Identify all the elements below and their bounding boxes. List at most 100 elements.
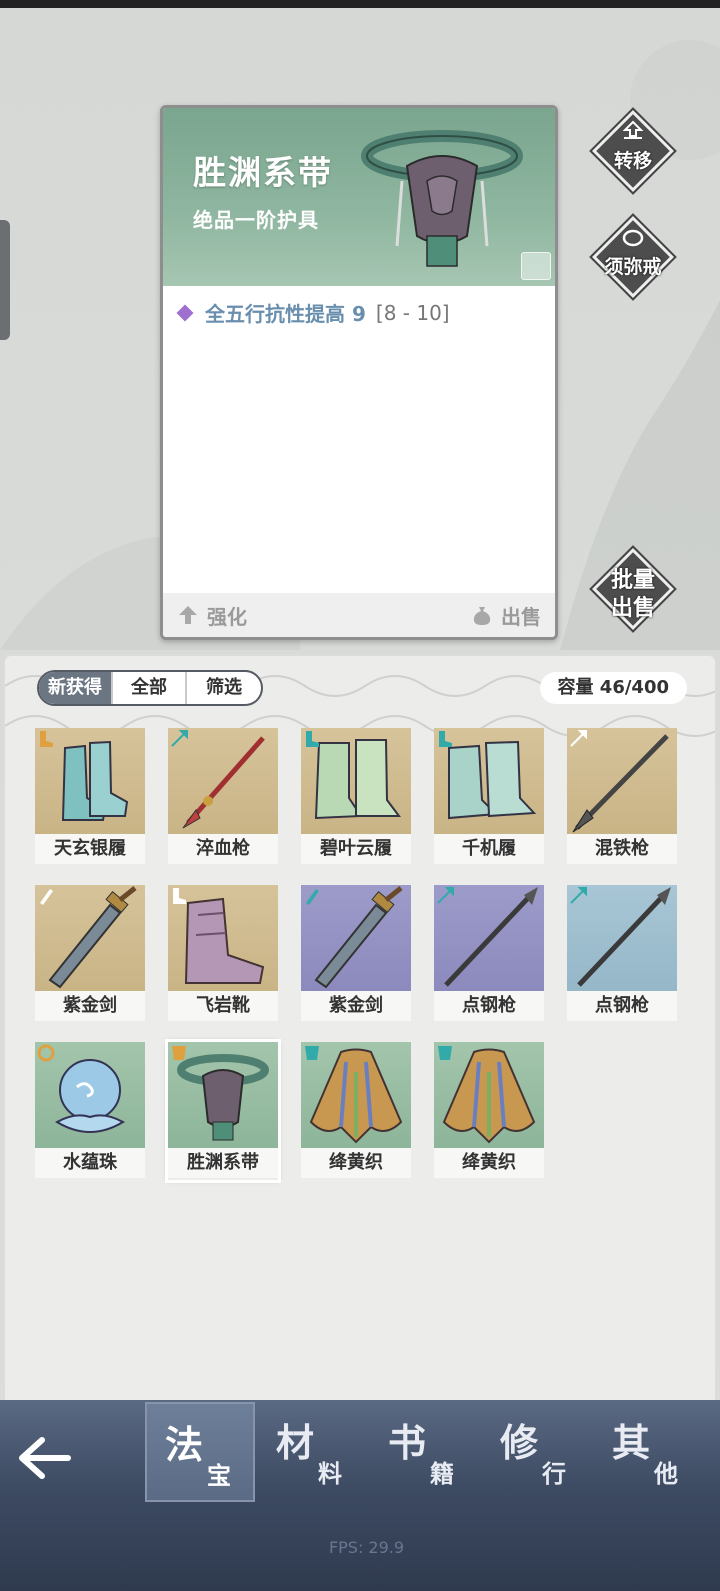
tab-materials[interactable]: 材 料 [258, 1402, 368, 1502]
item-name: 混铁枪 [567, 834, 677, 864]
sword-slot-icon [40, 889, 53, 905]
capacity-badge: 容量 46/400 [539, 672, 687, 704]
inventory-panel: 新获得 全部 筛选 容量 46/400 天玄银履 淬血枪 碧叶云履 千机履 混铁… [3, 654, 717, 1414]
item-slot[interactable]: 绛黄织 [301, 1042, 411, 1180]
item-slot[interactable]: 紫金剑 [301, 885, 411, 1023]
item-tile [35, 1042, 145, 1148]
armor-slot-icon [438, 1046, 452, 1060]
spear-slot-icon [570, 887, 587, 904]
item-name: 点钢枪 [434, 991, 544, 1021]
nav-big-char: 其 [612, 1420, 651, 1465]
nav-big-char: 法 [165, 1422, 204, 1467]
item-slot-selected[interactable]: 胜渊系带 [165, 1039, 281, 1183]
enhance-label: 强化 [207, 604, 247, 629]
nav-small-char: 宝 [207, 1461, 231, 1490]
item-attribute: 全五行抗性提高 9 [8 - 10] [176, 298, 450, 327]
boot-slot-icon [439, 731, 452, 747]
nav-big-char: 材 [276, 1420, 315, 1465]
spear-slot-icon [570, 730, 587, 747]
item-name: 天玄银履 [35, 834, 145, 864]
boot-slot-icon [173, 888, 186, 904]
money-bag-icon [473, 607, 491, 625]
item-grade: 绝品一阶护具 [193, 208, 319, 232]
item-tile [301, 1042, 411, 1148]
item-tile [168, 885, 278, 991]
item-slot[interactable]: 飞岩靴 [168, 885, 278, 1023]
item-tile [301, 728, 411, 834]
back-arrow-icon[interactable] [14, 1430, 74, 1486]
item-name: 紫金剑 [35, 991, 145, 1021]
upload-icon [622, 120, 644, 139]
item-name: 紫金剑 [301, 991, 411, 1021]
arrow-up-icon [179, 606, 197, 624]
attribute-text: 全五行抗性提高 9 [205, 302, 366, 326]
fps-counter: FPS: 29.9 [328, 1538, 405, 1557]
armor-slot-icon [305, 1046, 319, 1060]
item-tile [567, 728, 677, 834]
sell-label: 出售 [501, 604, 541, 629]
item-slot[interactable]: 水蕴珠 [35, 1042, 145, 1180]
armor-slot-icon [172, 1046, 186, 1060]
item-slot[interactable]: 碧叶云履 [301, 728, 411, 866]
item-tile [35, 885, 145, 991]
item-slot[interactable]: 绛黄织 [434, 1042, 544, 1180]
item-tile [434, 728, 544, 834]
item-slot[interactable]: 千机履 [434, 728, 544, 866]
nav-big-char: 修 [500, 1420, 539, 1465]
item-slot[interactable]: 点钢枪 [567, 885, 677, 1023]
item-tile [301, 885, 411, 991]
item-slot[interactable]: 紫金剑 [35, 885, 145, 1023]
transfer-button[interactable]: 转移 [589, 107, 677, 195]
bottom-nav: 法 宝 材 料 书 籍 修 行 其 他 [0, 1400, 720, 1591]
item-tile [434, 1042, 544, 1148]
tab-others[interactable]: 其 他 [594, 1402, 704, 1502]
ring-icon [622, 229, 644, 247]
tab-filter[interactable]: 筛选 [187, 672, 261, 704]
tab-cultivation[interactable]: 修 行 [482, 1402, 592, 1502]
sword-slot-icon [306, 889, 319, 905]
item-tile [168, 728, 278, 834]
spear-slot-icon [437, 887, 454, 904]
item-tile [35, 728, 145, 834]
orb-slot-icon [37, 1044, 55, 1062]
item-slot[interactable]: 点钢枪 [434, 885, 544, 1023]
inventory-tabs: 新获得 全部 筛选 [37, 670, 263, 706]
item-name: 飞岩靴 [168, 991, 278, 1021]
tab-all[interactable]: 全部 [113, 672, 187, 704]
item-name: 胜渊系带 [168, 1148, 278, 1178]
item-name: 点钢枪 [567, 991, 677, 1021]
tab-treasures[interactable]: 法 宝 [145, 1402, 255, 1502]
tab-books[interactable]: 书 籍 [370, 1402, 480, 1502]
item-detail-header: 胜渊系带 绝品一阶护具 [163, 108, 555, 286]
sell-button[interactable]: 出售 [471, 601, 541, 630]
boot-slot-icon [40, 731, 53, 747]
nav-small-char: 行 [542, 1459, 566, 1488]
storage-ring-label: 须弥戒 [604, 256, 662, 278]
item-detail-card: 胜渊系带 绝品一阶护具 全五行抗性提高 9 [8 - 10] 强化 出售 [160, 105, 558, 640]
attribute-range: [8 - 10] [375, 300, 450, 325]
item-tile [567, 885, 677, 991]
nav-small-char: 籍 [430, 1459, 454, 1488]
item-slot[interactable]: 淬血枪 [168, 728, 278, 866]
belt-icon [361, 130, 523, 267]
item-name: 淬血枪 [168, 834, 278, 864]
item-tile [434, 885, 544, 991]
collapse-icon[interactable] [521, 252, 551, 280]
transfer-label: 转移 [613, 150, 652, 172]
nav-big-char: 书 [388, 1420, 427, 1465]
item-name: 水蕴珠 [35, 1148, 145, 1178]
item-slot[interactable]: 天玄银履 [35, 728, 145, 866]
enhance-button[interactable]: 强化 [177, 601, 247, 630]
storage-ring-button[interactable]: 须弥戒 [589, 213, 677, 301]
batch-sell-button[interactable]: 批量 出售 [589, 545, 677, 633]
item-title: 胜渊系带 [193, 153, 333, 192]
item-name: 绛黄织 [301, 1148, 411, 1178]
item-slot[interactable]: 混铁枪 [567, 728, 677, 866]
tab-new[interactable]: 新获得 [39, 672, 113, 704]
item-tile [168, 1042, 278, 1148]
nav-small-char: 他 [654, 1459, 678, 1488]
attribute-marker-icon [176, 304, 194, 321]
nav-small-char: 料 [318, 1459, 342, 1488]
item-name: 碧叶云履 [301, 834, 411, 864]
item-actions: 强化 出售 [163, 593, 555, 637]
